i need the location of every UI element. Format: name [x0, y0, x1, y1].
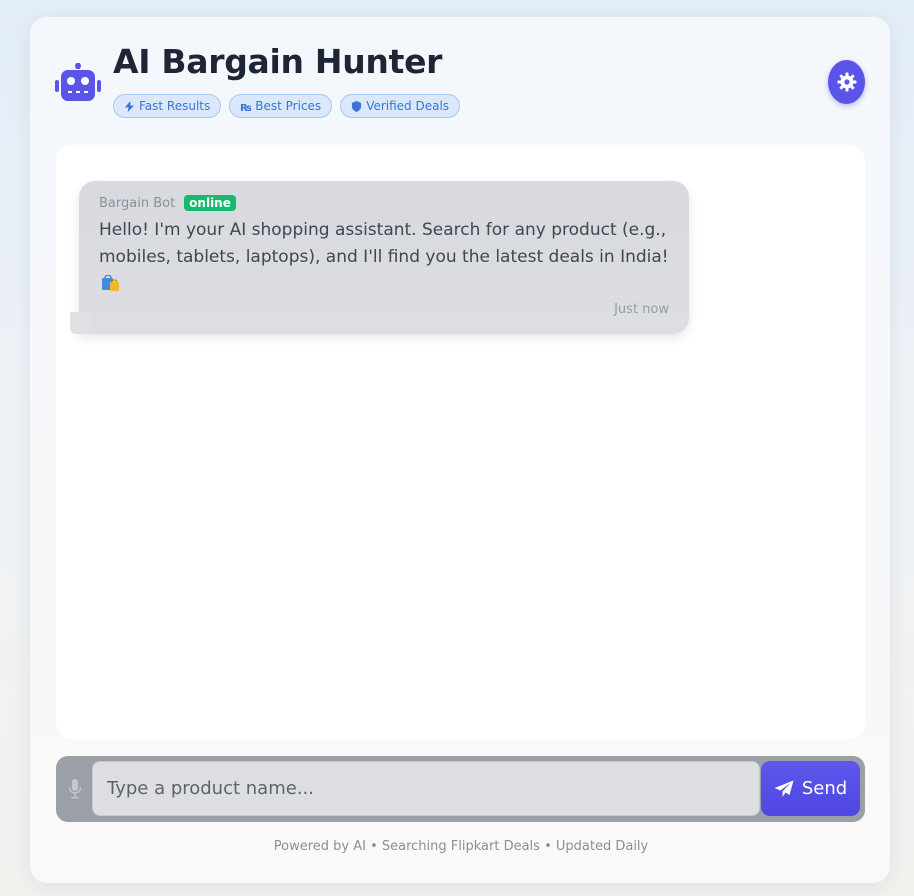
shopping-bags-icon: [102, 275, 119, 291]
message-time: Just now: [614, 302, 669, 317]
send-button[interactable]: Send: [761, 761, 860, 816]
badge-best-prices: ₨ Best Prices: [229, 94, 333, 118]
badge-label: Fast Results: [139, 99, 211, 113]
feature-badges: Fast Results ₨ Best Prices Verified Deal…: [113, 94, 461, 118]
message-body: Hello! I'm your AI shopping assistant. S…: [99, 220, 669, 267]
settings-button[interactable]: [828, 60, 865, 104]
message-header: Bargain Bot online: [99, 195, 236, 211]
bolt-icon: [124, 100, 135, 112]
badge-verified-deals: Verified Deals: [340, 94, 461, 118]
app-card: AI Bargain Hunter Fast Results ₨ Best Pr…: [29, 16, 891, 884]
shield-icon: [352, 100, 362, 112]
footer-text: Powered by AI • Searching Flipkart Deals…: [273, 839, 649, 854]
microphone-icon[interactable]: [68, 779, 82, 799]
chat-window[interactable]: Bargain Bot online Hello! I'm your AI sh…: [56, 145, 865, 739]
badge-label: Best Prices: [255, 99, 322, 113]
gear-icon: [837, 72, 856, 92]
sender-name: Bargain Bot: [99, 195, 176, 211]
input-bar: Send: [56, 756, 865, 822]
badge-fast-results: Fast Results: [113, 94, 222, 118]
rupee-icon: ₨: [240, 103, 251, 112]
message-text: Hello! I'm your AI shopping assistant. S…: [99, 217, 674, 298]
bot-message: Bargain Bot online Hello! I'm your AI sh…: [70, 181, 689, 334]
product-search-input[interactable]: [92, 761, 760, 816]
bubble-tail: [70, 312, 92, 334]
badge-label: Verified Deals: [366, 99, 450, 113]
page-title: AI Bargain Hunter: [113, 42, 443, 81]
send-label: Send: [801, 778, 848, 799]
robot-icon: [55, 63, 101, 101]
svg-text:₨: ₨: [240, 103, 251, 112]
paper-plane-icon: [774, 780, 794, 797]
status-badge: online: [184, 195, 236, 211]
